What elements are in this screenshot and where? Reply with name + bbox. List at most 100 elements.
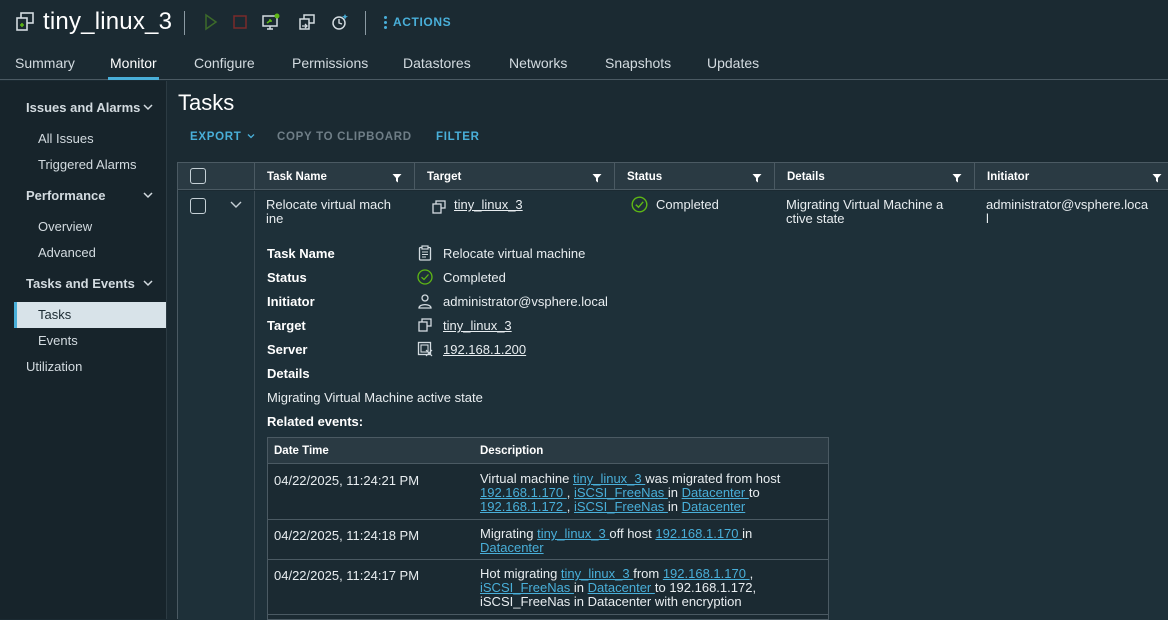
vm-link[interactable]: tiny_linux_3 [573, 471, 645, 486]
sidebar-item-events[interactable]: Events [38, 333, 78, 348]
cell-line: Relocate virtual mach [266, 197, 391, 212]
datastore-link[interactable]: iSCSI_FreeNas [574, 485, 668, 500]
tasks-grid: Task Name Target Status Details Initiato… [177, 162, 1168, 620]
detail-label-details: Details [267, 366, 310, 381]
detail-value-initiator: administrator@vsphere.local [443, 294, 608, 309]
datacenter-link[interactable]: Datacenter [480, 540, 544, 555]
filter-icon[interactable] [592, 173, 602, 183]
sidebar-item-utilization[interactable]: Utilization [26, 359, 82, 374]
text: in [667, 485, 682, 500]
monitor-sidebar: Issues and Alarms All Issues Triggered A… [0, 81, 167, 619]
sidebar-item-overview[interactable]: Overview [38, 219, 92, 234]
row-checkbox[interactable] [190, 198, 206, 214]
detail-target-link[interactable]: tiny_linux_3 [443, 318, 512, 333]
event-datetime: 04/22/2025, 11:24:18 PM [274, 528, 420, 543]
detail-value-status: Completed [443, 270, 506, 285]
detail-server-link[interactable]: 192.168.1.200 [443, 342, 526, 357]
table-row[interactable]: Relocate virtual mach ine tiny_linux_3 C… [178, 191, 1168, 620]
text: , [566, 499, 574, 514]
sidebar-item-label: Tasks [38, 307, 72, 322]
power-on-icon[interactable] [201, 12, 221, 32]
text: off host [609, 526, 656, 541]
sidebar-item-tasks[interactable]: Tasks [14, 302, 166, 328]
tab-monitor[interactable]: Monitor [108, 55, 159, 80]
chevron-down-icon[interactable] [142, 101, 154, 113]
host-link[interactable]: 192.168.1.172 [480, 499, 567, 514]
vcenter-server-icon [417, 341, 433, 357]
sidebar-group-performance[interactable]: Performance [26, 188, 105, 203]
text: was migrated from host [645, 471, 781, 486]
column-header-details[interactable]: Details [774, 163, 974, 190]
text: , [749, 566, 754, 581]
chevron-down-icon[interactable] [142, 189, 154, 201]
filter-icon[interactable] [952, 173, 962, 183]
migrate-icon[interactable] [297, 12, 317, 32]
vm-link[interactable]: tiny_linux_3 [561, 566, 633, 581]
text: to [748, 485, 760, 500]
filter-icon[interactable] [752, 173, 762, 183]
detail-label-task-name: Task Name [267, 246, 335, 261]
user-icon [418, 294, 432, 309]
table-row: 04/22/2025, 11:24:17 PM Hot migrating ti… [268, 560, 828, 615]
check-circle-icon [631, 196, 648, 213]
sidebar-item-advanced[interactable]: Advanced [38, 245, 96, 260]
column-header-initiator[interactable]: Initiator [974, 163, 1168, 190]
column-header-description: Description [480, 445, 544, 457]
text: to 192.168.1.172, [654, 580, 757, 595]
related-events-table: Date Time Description 04/22/2025, 11:24:… [267, 437, 829, 620]
tab-updates[interactable]: Updates [707, 55, 759, 80]
filter-icon[interactable] [392, 173, 402, 183]
chevron-down-icon[interactable] [142, 277, 154, 289]
datastore-link[interactable]: iSCSI_FreeNas [480, 580, 574, 595]
sidebar-item-triggered-alarms[interactable]: Triggered Alarms [38, 157, 137, 172]
grid-header: Task Name Target Status Details Initiato… [178, 163, 1168, 190]
event-datetime: 04/22/2025, 11:24:21 PM [274, 473, 420, 488]
text: from [633, 566, 663, 581]
vm-link[interactable]: tiny_linux_3 [537, 526, 609, 541]
text: Virtual machine [480, 471, 573, 486]
snapshot-icon[interactable] [330, 12, 350, 32]
tab-summary[interactable]: Summary [15, 55, 75, 80]
power-off-icon[interactable] [230, 12, 250, 32]
actions-menu[interactable]: ACTIONS [384, 15, 451, 29]
console-icon[interactable] [261, 12, 281, 32]
tab-snapshots[interactable]: Snapshots [605, 55, 671, 80]
filter-button[interactable]: FILTER [436, 131, 480, 143]
sidebar-group-issues[interactable]: Issues and Alarms [26, 100, 140, 115]
filter-icon[interactable] [1152, 173, 1162, 183]
column-label: Initiator [987, 171, 1030, 183]
select-all-checkbox[interactable] [190, 168, 206, 184]
tab-permissions[interactable]: Permissions [292, 55, 368, 80]
column-label: Target [427, 171, 462, 183]
target-link[interactable]: tiny_linux_3 [454, 198, 523, 212]
chevron-down-icon[interactable] [230, 200, 242, 210]
host-link[interactable]: 192.168.1.170 [480, 485, 567, 500]
chevron-down-icon [247, 134, 255, 139]
datacenter-link[interactable]: Datacenter [588, 580, 655, 595]
datastore-link[interactable]: iSCSI_FreeNas [574, 499, 668, 514]
tab-networks[interactable]: Networks [509, 55, 567, 80]
column-header-status[interactable]: Status [614, 163, 774, 190]
sidebar-item-all-issues[interactable]: All Issues [38, 131, 94, 146]
column-label: Status [627, 171, 663, 183]
detail-label-target: Target [267, 318, 306, 333]
host-link[interactable]: 192.168.1.170 [663, 566, 750, 581]
export-button[interactable]: EXPORT [190, 131, 255, 143]
page-title: Tasks [178, 90, 235, 115]
cell-task-name: Relocate virtual mach ine [266, 198, 411, 226]
copy-to-clipboard-button[interactable]: COPY TO CLIPBOARD [277, 131, 412, 143]
detail-label-server: Server [267, 342, 308, 357]
detail-value-task-name: Relocate virtual machine [443, 246, 586, 261]
tab-configure[interactable]: Configure [194, 55, 255, 80]
cell-details: Migrating Virtual Machine a ctive state [786, 198, 966, 226]
sidebar-group-tasks-events[interactable]: Tasks and Events [26, 276, 135, 291]
datacenter-link[interactable]: Datacenter [682, 499, 746, 514]
column-header-target[interactable]: Target [414, 163, 614, 190]
column-label: Details [787, 171, 825, 183]
datacenter-link[interactable]: Datacenter [682, 485, 749, 500]
host-link[interactable]: 192.168.1.170 [655, 526, 742, 541]
status-text: Completed [656, 197, 719, 212]
text: Migrating [480, 526, 538, 541]
tab-datastores[interactable]: Datastores [403, 55, 471, 80]
column-header-task-name[interactable]: Task Name [254, 163, 414, 190]
